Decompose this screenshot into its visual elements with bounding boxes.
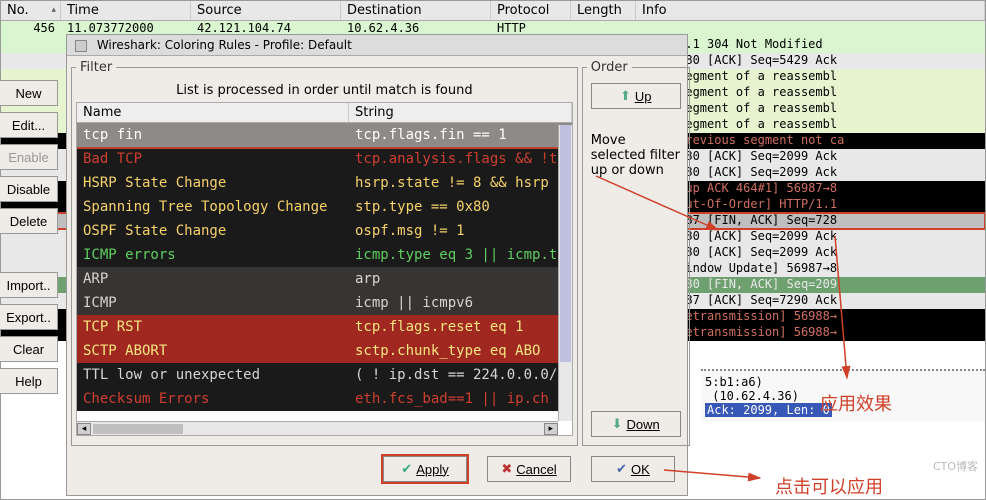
hscroll-right-icon[interactable]: ▸ xyxy=(544,423,558,435)
order-legend: Order xyxy=(587,60,632,75)
rule-row[interactable]: ICMP errorsicmp.type eq 3 || icmp.t xyxy=(77,243,572,267)
sort-icon: ▴ xyxy=(51,5,56,15)
export--button[interactable]: Export.. xyxy=(0,304,58,330)
rule-row[interactable]: TTL low or unexpected( ! ip.dst == 224.0… xyxy=(77,363,572,387)
disable-button[interactable]: Disable xyxy=(0,176,58,202)
cancel-icon: ✖ xyxy=(501,461,512,477)
delete-button[interactable]: Delete xyxy=(0,208,58,234)
col-time[interactable]: Time xyxy=(61,1,191,20)
filter-legend: Filter xyxy=(76,60,116,75)
ok-icon: ✔ xyxy=(616,461,627,477)
rule-row[interactable]: Bad TCPtcp.analysis.flags && !tc xyxy=(77,147,572,171)
watermark: CTO博客 xyxy=(933,458,978,474)
clear-button[interactable]: Clear xyxy=(0,336,58,362)
packet-detail-pane[interactable]: 5:b1:a6) (10.62.4.36) Ack: 2099, Len: 0 xyxy=(701,369,985,421)
hscroll-thumb[interactable] xyxy=(93,424,183,434)
col-destination[interactable]: Destination xyxy=(341,1,491,20)
arrow-up-icon: ⬆ xyxy=(620,88,631,104)
left-button-column: New Edit... Enable Disable Delete Import.. Exp… xyxy=(0,80,62,400)
col-no[interactable]: No.▴ xyxy=(1,1,61,20)
check-icon: ✔ xyxy=(401,461,412,477)
col-length[interactable]: Length xyxy=(571,1,636,20)
ok-button[interactable]: ✔OK xyxy=(591,456,675,482)
coloring-rules-dialog: Wireshark: Coloring Rules - Profile: Def… xyxy=(66,34,688,496)
col-info[interactable]: Info xyxy=(636,1,985,20)
detail-selected: Ack: 2099, Len: 0 xyxy=(705,403,832,417)
window-icon xyxy=(75,40,87,52)
filter-fieldset: Filter List is processed in order until … xyxy=(71,60,578,446)
rule-list[interactable]: Name String tcp fintcp.flags.fin == 1Bad… xyxy=(76,102,573,436)
rule-row[interactable]: Checksum Errorseth.fcs_bad==1 || ip.ch xyxy=(77,387,572,411)
rule-row[interactable]: tcp fintcp.flags.fin == 1 xyxy=(77,123,572,147)
down-button[interactable]: ⬇Down xyxy=(591,411,681,437)
rule-row[interactable]: ICMPicmp || icmpv6 xyxy=(77,291,572,315)
col-protocol[interactable]: Protocol xyxy=(491,1,571,20)
rule-row[interactable]: Spanning Tree Topology Changestp.type ==… xyxy=(77,195,572,219)
dialog-titlebar[interactable]: Wireshark: Coloring Rules - Profile: Def… xyxy=(67,35,687,56)
enable-button: Enable xyxy=(0,144,58,170)
help-button[interactable]: Help xyxy=(0,368,58,394)
rules-vscrollbar[interactable] xyxy=(558,125,572,421)
rule-col-name[interactable]: Name xyxy=(77,103,349,122)
import--button[interactable]: Import.. xyxy=(0,272,58,298)
order-fieldset: Order ⬆Up Move selected filter up or dow… xyxy=(582,60,690,446)
col-source[interactable]: Source xyxy=(191,1,341,20)
rules-hscrollbar[interactable]: ◂ ▸ xyxy=(77,421,558,435)
new-button[interactable]: New xyxy=(0,80,58,106)
rule-row[interactable]: ARParp xyxy=(77,267,572,291)
dialog-title: Wireshark: Coloring Rules - Profile: Def… xyxy=(97,38,352,52)
packet-header-row: No.▴ Time Source Destination Protocol Le… xyxy=(1,1,985,21)
move-text: Move selected filter up or down xyxy=(591,133,681,178)
hint-text: List is processed in order until match i… xyxy=(76,79,573,102)
rule-row[interactable]: SCTP ABORTsctp.chunk_type eq ABO xyxy=(77,339,572,363)
arrow-down-icon: ⬇ xyxy=(612,416,623,432)
rule-row[interactable]: HSRP State Changehsrp.state != 8 && hsrp xyxy=(77,171,572,195)
apply-button[interactable]: ✔Apply xyxy=(383,456,467,482)
vscroll-thumb[interactable] xyxy=(560,125,571,362)
rule-col-string[interactable]: String xyxy=(349,103,572,122)
edit--button[interactable]: Edit... xyxy=(0,112,58,138)
dialog-footer: ✔Apply ✖Cancel ✔OK xyxy=(67,450,687,488)
cancel-button[interactable]: ✖Cancel xyxy=(487,456,571,482)
hscroll-left-icon[interactable]: ◂ xyxy=(77,423,91,435)
up-button[interactable]: ⬆Up xyxy=(591,83,681,109)
rule-row[interactable]: TCP RSTtcp.flags.reset eq 1 xyxy=(77,315,572,339)
rule-row[interactable]: OSPF State Changeospf.msg != 1 xyxy=(77,219,572,243)
rule-header: Name String xyxy=(77,103,572,123)
